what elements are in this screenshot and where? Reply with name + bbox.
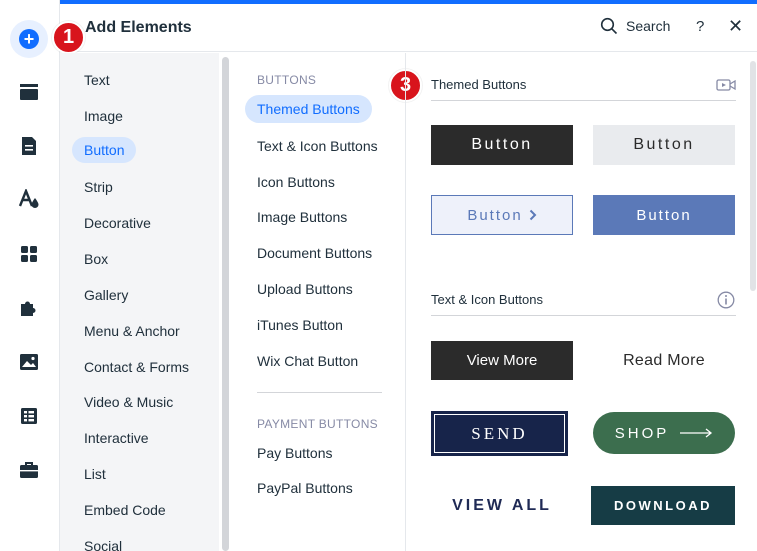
media-button[interactable] bbox=[11, 344, 47, 380]
download-button[interactable]: DOWNLOAD bbox=[591, 486, 735, 525]
business-icon bbox=[20, 462, 38, 478]
themed-button-outline[interactable]: Button bbox=[431, 195, 573, 235]
text-icon-divider bbox=[431, 315, 736, 316]
view-more-button[interactable]: View More bbox=[431, 341, 573, 380]
page-icon bbox=[22, 137, 36, 155]
payment-buttons-heading: PAYMENT BUTTONS bbox=[257, 417, 378, 431]
category-scrollbar-thumb[interactable] bbox=[222, 57, 229, 551]
category-scrollbar[interactable] bbox=[219, 53, 232, 551]
pages-button[interactable] bbox=[11, 128, 47, 164]
subcategory-item-icon-buttons[interactable]: Icon Buttons bbox=[257, 174, 335, 190]
category-item-decorative[interactable]: Decorative bbox=[84, 215, 151, 231]
category-item-menu-anchor[interactable]: Menu & Anchor bbox=[84, 323, 180, 339]
subcategory-item-text-icon-buttons[interactable]: Text & Icon Buttons bbox=[257, 138, 378, 154]
subcategory-item-pay-buttons[interactable]: Pay Buttons bbox=[257, 445, 333, 461]
subcategory-item-wix-chat-button[interactable]: Wix Chat Button bbox=[257, 353, 358, 369]
text-icon-buttons-title: Text & Icon Buttons bbox=[431, 292, 544, 307]
video-icon[interactable] bbox=[716, 77, 736, 93]
apps-button[interactable] bbox=[11, 236, 47, 272]
shop-button[interactable]: SHOP bbox=[593, 412, 735, 454]
category-item-gallery[interactable]: Gallery bbox=[84, 287, 128, 303]
send-button[interactable]: SEND bbox=[431, 411, 568, 456]
themed-button-blue[interactable]: Button bbox=[593, 195, 735, 235]
view-all-button[interactable]: VIEW ALL bbox=[431, 487, 573, 525]
category-item-contact-forms[interactable]: Contact & Forms bbox=[84, 359, 189, 375]
strip-icon bbox=[20, 84, 38, 100]
step-badge-1: 1 bbox=[52, 21, 85, 54]
preview-area: Themed Buttons Button Button Button Butt… bbox=[407, 53, 757, 551]
search-label: Search bbox=[626, 18, 671, 34]
design-button[interactable] bbox=[11, 181, 47, 217]
category-item-text[interactable]: Text bbox=[84, 72, 110, 88]
category-item-strip[interactable]: Strip bbox=[84, 179, 113, 195]
subcategory-item-itunes-button[interactable]: iTunes Button bbox=[257, 317, 343, 333]
add-elements-button[interactable]: + bbox=[10, 20, 48, 58]
category-item-list[interactable]: List bbox=[84, 466, 106, 482]
cms-button[interactable] bbox=[11, 398, 47, 434]
themed-button-outline-label: Button bbox=[467, 206, 523, 224]
media-icon bbox=[20, 354, 38, 370]
themed-button-dark[interactable]: Button bbox=[431, 125, 573, 165]
left-rail: + bbox=[0, 0, 60, 551]
add-elements-panel: + Add Elements Search ? ✕ 1 3 Text Image… bbox=[0, 0, 757, 551]
shop-button-label: SHOP bbox=[614, 424, 670, 442]
close-button[interactable]: ✕ bbox=[728, 16, 743, 37]
subcategory-item-paypal-buttons[interactable]: PayPal Buttons bbox=[257, 480, 353, 496]
cms-icon bbox=[21, 408, 37, 424]
plus-icon: + bbox=[19, 29, 39, 49]
subcategory-item-document-buttons[interactable]: Document Buttons bbox=[257, 245, 372, 261]
search-icon bbox=[600, 17, 618, 35]
info-icon[interactable] bbox=[717, 291, 735, 309]
puzzle-icon bbox=[21, 301, 36, 316]
help-button[interactable]: ? bbox=[696, 18, 704, 35]
search-button[interactable]: Search bbox=[600, 17, 670, 35]
themed-button-light[interactable]: Button bbox=[593, 125, 735, 165]
category-item-embed-code[interactable]: Embed Code bbox=[84, 502, 166, 518]
category-item-video-music[interactable]: Video & Music bbox=[84, 394, 173, 410]
subcategory-item-upload-buttons[interactable]: Upload Buttons bbox=[257, 281, 353, 297]
category-item-social[interactable]: Social bbox=[84, 538, 122, 551]
category-item-button[interactable]: Button bbox=[72, 137, 137, 163]
themed-divider bbox=[431, 100, 736, 101]
read-more-button[interactable]: Read More bbox=[593, 341, 735, 380]
business-button[interactable] bbox=[11, 452, 47, 488]
chevron-right-icon bbox=[529, 209, 537, 221]
panel-title: Add Elements bbox=[85, 19, 192, 36]
app-market-button[interactable] bbox=[11, 290, 47, 326]
apps-icon bbox=[21, 246, 37, 262]
category-list: Text Image Button Strip Decorative Box G… bbox=[60, 53, 219, 551]
arrow-right-icon bbox=[680, 428, 713, 438]
category-item-image[interactable]: Image bbox=[84, 108, 123, 124]
subcategory-list: BUTTONS Themed Buttons Text & Icon Butto… bbox=[232, 53, 406, 551]
category-item-box[interactable]: Box bbox=[84, 251, 108, 267]
theme-icon bbox=[18, 189, 39, 208]
send-button-frame bbox=[434, 414, 565, 453]
panel-header: Add Elements Search ? ✕ bbox=[60, 4, 757, 52]
subcategory-divider bbox=[257, 392, 382, 393]
subcategory-item-themed-buttons[interactable]: Themed Buttons bbox=[245, 95, 372, 123]
subcategory-item-image-buttons[interactable]: Image Buttons bbox=[257, 209, 347, 225]
preview-scrollbar[interactable] bbox=[750, 61, 756, 291]
buttons-heading: BUTTONS bbox=[257, 73, 317, 87]
themed-buttons-title: Themed Buttons bbox=[431, 77, 527, 92]
sections-button[interactable] bbox=[11, 74, 47, 110]
category-item-interactive[interactable]: Interactive bbox=[84, 430, 149, 446]
